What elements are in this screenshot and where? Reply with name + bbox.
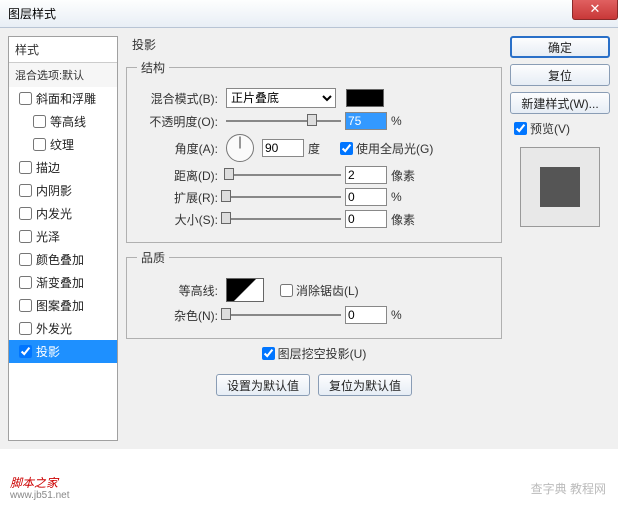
- size-label: 大小(S):: [137, 211, 222, 228]
- quality-legend: 品质: [137, 249, 169, 266]
- preview-checkbox[interactable]: 预览(V): [514, 120, 610, 137]
- shadow-color-swatch[interactable]: [346, 89, 384, 107]
- angle-dial[interactable]: [226, 134, 254, 162]
- style-item[interactable]: 渐变叠加: [9, 271, 117, 294]
- style-item[interactable]: 颜色叠加: [9, 248, 117, 271]
- structure-legend: 结构: [137, 59, 169, 76]
- style-item-label: 颜色叠加: [36, 251, 84, 268]
- noise-input[interactable]: [345, 306, 387, 324]
- style-item[interactable]: 描边: [9, 156, 117, 179]
- distance-label: 距离(D):: [137, 167, 222, 184]
- blend-mode-select[interactable]: 正片叠底: [226, 88, 336, 108]
- spread-slider[interactable]: [226, 188, 341, 206]
- watermark-right: 查字典 教程网: [531, 480, 606, 497]
- opacity-label: 不透明度(O):: [137, 113, 222, 130]
- style-item-checkbox[interactable]: [19, 299, 32, 312]
- opacity-unit: %: [391, 114, 419, 128]
- size-slider[interactable]: [226, 210, 341, 228]
- style-item-checkbox[interactable]: [19, 253, 32, 266]
- close-button[interactable]: ✕: [572, 0, 618, 20]
- style-item-label: 光泽: [36, 228, 60, 245]
- style-item-checkbox[interactable]: [19, 230, 32, 243]
- angle-label: 角度(A):: [137, 140, 222, 157]
- ok-button[interactable]: 确定: [510, 36, 610, 58]
- spread-label: 扩展(R):: [137, 189, 222, 206]
- noise-slider[interactable]: [226, 306, 341, 324]
- style-item-label: 外发光: [36, 320, 72, 337]
- window-title: 图层样式: [8, 5, 56, 22]
- style-item[interactable]: 投影: [9, 340, 117, 363]
- size-input[interactable]: [345, 210, 387, 228]
- style-item-label: 描边: [36, 159, 60, 176]
- angle-unit: 度: [308, 140, 336, 157]
- style-item-checkbox[interactable]: [19, 161, 32, 174]
- style-item-checkbox[interactable]: [19, 322, 32, 335]
- contour-picker[interactable]: [226, 278, 264, 302]
- quality-group: 品质 等高线: 消除锯齿(L) 杂色(N): %: [126, 249, 502, 339]
- contour-label: 等高线:: [137, 282, 222, 299]
- angle-input[interactable]: [262, 139, 304, 157]
- right-panel: 确定 复位 新建样式(W)... 预览(V): [510, 36, 610, 441]
- style-item[interactable]: 等高线: [9, 110, 117, 133]
- blend-options-default[interactable]: 混合选项:默认: [9, 63, 117, 87]
- distance-unit: 像素: [391, 167, 419, 184]
- size-unit: 像素: [391, 211, 419, 228]
- style-item-label: 斜面和浮雕: [36, 90, 96, 107]
- style-item-label: 渐变叠加: [36, 274, 84, 291]
- style-item-checkbox[interactable]: [33, 115, 46, 128]
- new-style-button[interactable]: 新建样式(W)...: [510, 92, 610, 114]
- global-light-checkbox[interactable]: 使用全局光(G): [340, 140, 433, 157]
- style-item-checkbox[interactable]: [33, 138, 46, 151]
- blend-mode-label: 混合模式(B):: [137, 90, 222, 107]
- watermark-left: 脚本之家 www.jb51.net: [10, 477, 69, 501]
- distance-input[interactable]: [345, 166, 387, 184]
- style-item[interactable]: 斜面和浮雕: [9, 87, 117, 110]
- style-item[interactable]: 内发光: [9, 202, 117, 225]
- noise-unit: %: [391, 308, 419, 322]
- style-item-label: 内阴影: [36, 182, 72, 199]
- style-item-checkbox[interactable]: [19, 184, 32, 197]
- style-item-checkbox[interactable]: [19, 92, 32, 105]
- style-item-checkbox[interactable]: [19, 207, 32, 220]
- style-item-label: 纹理: [50, 136, 74, 153]
- style-item-label: 图案叠加: [36, 297, 84, 314]
- opacity-input[interactable]: [345, 112, 387, 130]
- preview-box: [520, 147, 600, 227]
- reset-button[interactable]: 复位: [510, 64, 610, 86]
- style-item-label: 等高线: [50, 113, 86, 130]
- antialias-checkbox[interactable]: 消除锯齿(L): [280, 282, 359, 299]
- style-item[interactable]: 内阴影: [9, 179, 117, 202]
- styles-panel: 样式 混合选项:默认 斜面和浮雕等高线纹理描边内阴影内发光光泽颜色叠加渐变叠加图…: [8, 36, 118, 441]
- preview-swatch: [540, 167, 580, 207]
- structure-group: 结构 混合模式(B): 正片叠底 不透明度(O): % 角度(A): 度 使用全…: [126, 59, 502, 243]
- style-item[interactable]: 图案叠加: [9, 294, 117, 317]
- reset-default-button[interactable]: 复位为默认值: [318, 374, 412, 396]
- style-item[interactable]: 纹理: [9, 133, 117, 156]
- style-item-checkbox[interactable]: [19, 276, 32, 289]
- spread-unit: %: [391, 190, 419, 204]
- titlebar: 图层样式 ✕: [0, 0, 618, 28]
- styles-header: 样式: [9, 37, 117, 63]
- spread-input[interactable]: [345, 188, 387, 206]
- opacity-slider[interactable]: [226, 112, 341, 130]
- style-item-checkbox[interactable]: [19, 345, 32, 358]
- style-item[interactable]: 外发光: [9, 317, 117, 340]
- style-item[interactable]: 光泽: [9, 225, 117, 248]
- noise-label: 杂色(N):: [137, 307, 222, 324]
- distance-slider[interactable]: [226, 166, 341, 184]
- make-default-button[interactable]: 设置为默认值: [216, 374, 310, 396]
- dialog-body: 样式 混合选项:默认 斜面和浮雕等高线纹理描边内阴影内发光光泽颜色叠加渐变叠加图…: [0, 28, 618, 449]
- knockout-checkbox[interactable]: 图层挖空投影(U): [126, 345, 502, 362]
- center-panel: 投影 结构 混合模式(B): 正片叠底 不透明度(O): % 角度(A): 度: [126, 36, 502, 441]
- style-item-label: 投影: [36, 343, 60, 360]
- section-title: 投影: [126, 36, 502, 53]
- style-item-label: 内发光: [36, 205, 72, 222]
